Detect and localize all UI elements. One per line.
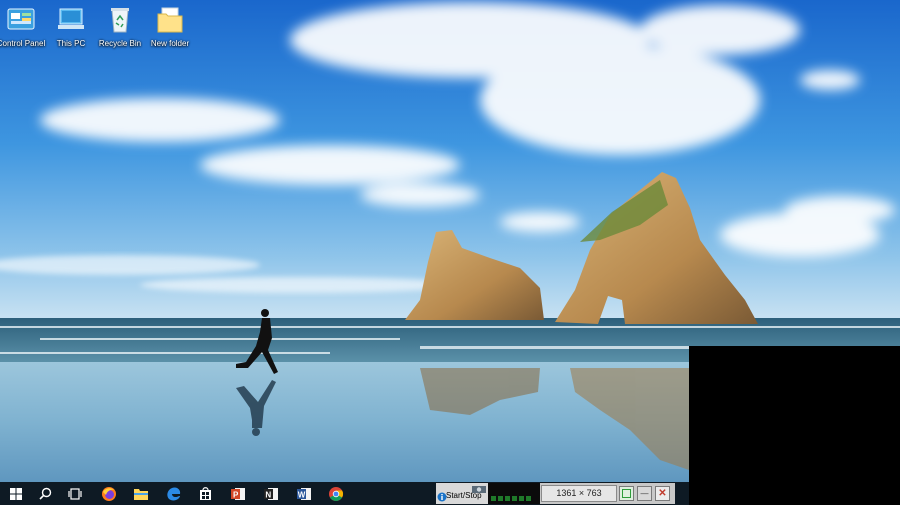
task-view-icon [68,487,82,500]
taskbar-file-explorer[interactable] [125,482,157,505]
firefox-icon [102,486,116,501]
desktop-icon-label: Control Panel [0,39,46,48]
recorder-minimize-button[interactable]: — [637,486,652,501]
recorder-start-stop-area[interactable]: Start/Stop [436,483,488,504]
search-icon [38,487,51,500]
screen-recorder-toolbar: Start/Stop 1361 × 763 — ✕ [436,483,675,504]
desktop-icon-control-panel[interactable]: Control Panel [0,4,49,49]
this-pc-icon [58,8,84,29]
desktop-icon-new-folder[interactable]: New folder [142,4,198,49]
onenote-icon: N [264,487,278,500]
recorder-close-button[interactable]: ✕ [655,486,670,501]
taskbar-word[interactable]: W [288,482,320,505]
recorder-level-meter [488,483,540,504]
task-view-button[interactable] [59,482,91,505]
start-button[interactable] [0,482,32,505]
desktop-icon-label: Recycle Bin [98,39,142,48]
minimize-icon: — [640,488,649,498]
taskbar-onenote[interactable]: N [255,482,287,505]
desktop-icon-this-pc[interactable]: This PC [43,4,99,49]
svg-text:W: W [298,490,306,499]
taskbar-store[interactable] [189,482,221,505]
taskbar-firefox[interactable] [93,482,125,505]
capture-size-readout[interactable]: 1361 × 763 [541,485,617,502]
start-stop-label[interactable]: Start/Stop [446,491,482,500]
edge-icon [167,486,181,500]
recorder-record-button[interactable] [619,486,634,501]
desktop-icon-label: This PC [56,39,86,48]
powerpoint-icon: P [231,487,245,500]
record-square-icon [622,489,631,498]
windows-logo-icon [10,487,22,500]
svg-text:N: N [265,490,271,499]
word-icon: W [297,487,311,500]
store-icon [199,487,211,500]
chrome-icon [329,486,343,501]
taskbar-chrome[interactable] [320,482,352,505]
desktop-icon-label: New folder [150,39,190,48]
taskbar-edge[interactable] [158,482,190,505]
control-panel-icon [7,8,35,30]
close-icon: ✕ [658,487,667,499]
taskbar-powerpoint[interactable]: P [222,482,254,505]
black-overlay-region [689,346,900,505]
file-explorer-icon [134,488,148,500]
search-button[interactable] [29,482,61,505]
desktop-icon-recycle-bin[interactable]: Recycle Bin [92,4,148,49]
folder-icon [157,7,183,33]
svg-text:P: P [233,490,239,499]
recycle-bin-icon [111,8,129,33]
